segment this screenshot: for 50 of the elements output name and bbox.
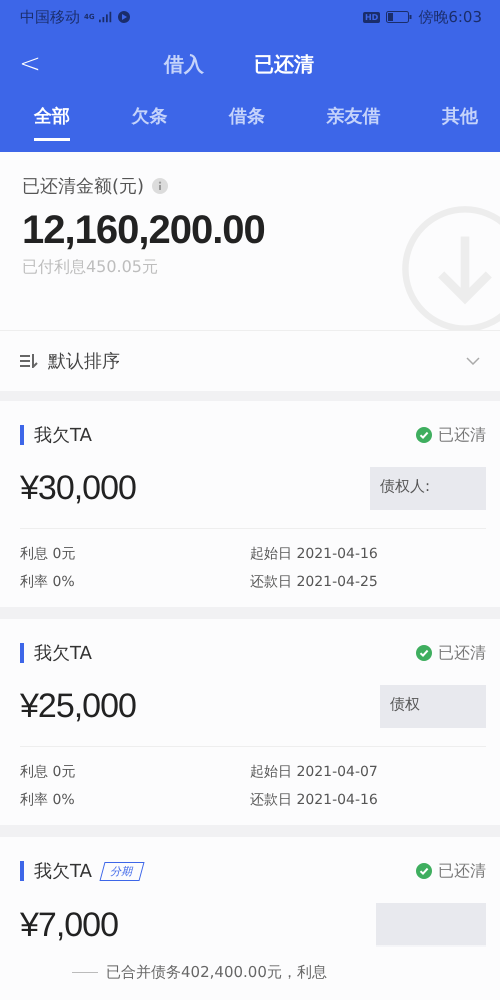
app-status-icon [116,11,131,23]
accent-bar [20,643,24,663]
check-circle-icon [416,863,432,879]
total-amount: 12,160,200.00 [22,208,266,253]
loan-amount: ¥25,000 [20,687,136,726]
header-tab[interactable]: 借入 [164,50,204,78]
info-icon [152,178,168,194]
merged-summary: 已合并债务402,400.00元，利息 [106,963,327,982]
chevron-down-icon [466,357,480,365]
sort-label: 默认排序 [48,350,121,373]
hd-badge: HD [362,12,380,22]
dash-line [72,972,98,973]
interest-paid: 已付利息450.05元 [22,257,159,278]
detail-text: 起始日 2021-04-07 [250,763,379,781]
card-title: 我欠TA [34,642,92,665]
creditor-label: 债权 [380,685,486,728]
filter-tab[interactable]: 其他 [442,94,478,141]
creditor-label: 债权人: [370,467,486,510]
clock-time: 傍晚6:03 [418,8,482,26]
check-circle-icon [416,427,432,443]
accent-bar [20,861,24,881]
back-button[interactable]: < [18,49,42,79]
detail-text: 还款日 2021-04-25 [250,573,379,591]
check-circle-icon [416,645,432,661]
accent-bar [20,425,24,445]
loan-amount: ¥7,000 [20,906,118,944]
filter-tab[interactable]: 亲友借 [326,94,380,141]
signal-icon [98,11,113,23]
summary-label: 已还清金额(元) [22,175,144,198]
loan-amount: ¥30,000 [20,469,136,508]
installment-tag: 分期 [99,862,144,880]
card-title: 我欠TA [34,860,92,883]
battery-icon [386,11,412,23]
status-label: 已还清 [438,860,486,882]
filter-tab[interactable]: 借条 [229,94,265,141]
detail-text: 起始日 2021-04-16 [250,545,379,563]
filter-tab[interactable]: 全部 [34,94,70,141]
detail-text: 利率 0% [20,791,76,809]
header-tab[interactable]: 已还清 [254,50,314,78]
status-label: 已还清 [438,424,486,446]
carrier-name: 中国移动 [20,8,80,26]
card-title: 我欠TA [34,424,92,447]
sort-row[interactable]: 默认排序 [0,330,500,391]
status-label: 已还清 [438,642,486,664]
detail-text: 利率 0% [20,573,76,591]
detail-text: 利息 0元 [20,763,76,781]
filter-tab[interactable]: 欠条 [132,94,168,141]
sort-icon [20,354,38,368]
detail-text: 利息 0元 [20,545,76,563]
detail-text: 还款日 2021-04-16 [250,791,379,809]
